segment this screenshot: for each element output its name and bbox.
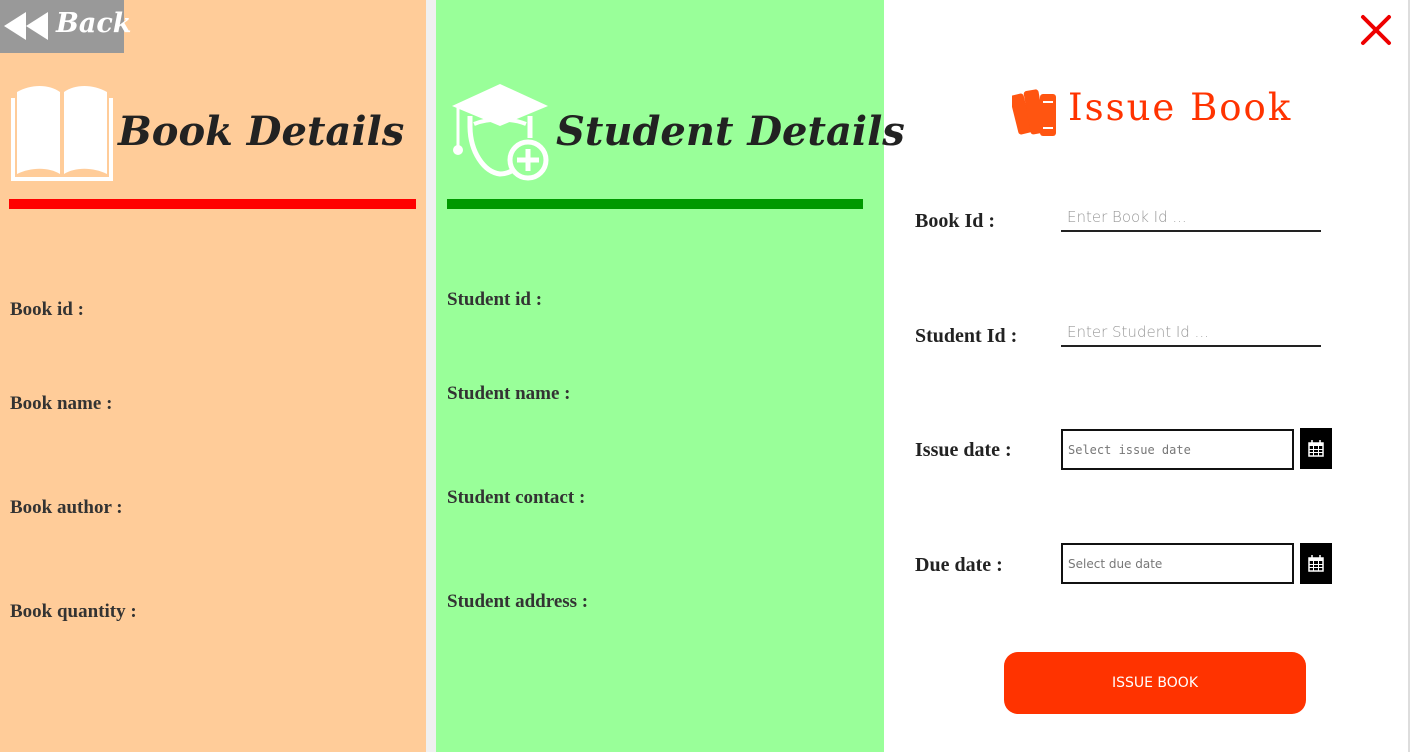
- calendar-icon: [1308, 555, 1324, 572]
- due-date-picker-button[interactable]: [1300, 543, 1332, 584]
- due-date-label: Due date :: [915, 554, 1003, 576]
- student-address-label: Student address :: [447, 591, 589, 612]
- panel-divider: [426, 0, 436, 752]
- book-id-input[interactable]: [1061, 204, 1321, 232]
- book-id-label: Book id :: [10, 299, 84, 320]
- back-button-label: Back: [56, 8, 132, 39]
- book-details-title: Book Details: [118, 108, 405, 155]
- student-name-label: Student name :: [447, 383, 571, 404]
- back-button[interactable]: Back: [0, 0, 131, 53]
- open-book-icon: [11, 86, 113, 181]
- issue-book-title: Issue Book: [1068, 86, 1293, 129]
- book-details-underline: [9, 199, 416, 209]
- student-id-input[interactable]: [1061, 319, 1321, 347]
- student-details-title: Student Details: [556, 108, 905, 155]
- close-icon[interactable]: [1360, 14, 1392, 46]
- book-quantity-label: Book quantity :: [10, 601, 137, 622]
- student-id-field-label: Student Id :: [915, 325, 1018, 347]
- student-contact-label: Student contact :: [447, 487, 586, 508]
- student-graduate-add-icon: [452, 84, 549, 181]
- due-date-input[interactable]: [1061, 543, 1294, 584]
- issue-date-label: Issue date :: [915, 439, 1012, 461]
- books-icon: [1012, 89, 1056, 136]
- issue-date-input[interactable]: [1061, 429, 1294, 470]
- student-details-underline: [447, 199, 863, 209]
- student-id-label: Student id :: [447, 289, 543, 310]
- book-name-label: Book name :: [10, 393, 113, 414]
- book-id-field-label: Book Id :: [915, 210, 996, 232]
- rewind-icon: [4, 12, 48, 40]
- calendar-icon: [1308, 440, 1324, 457]
- book-author-label: Book author :: [10, 497, 123, 518]
- issue-book-button[interactable]: ISSUE BOOK: [1004, 652, 1306, 714]
- issue-date-picker-button[interactable]: [1300, 428, 1332, 469]
